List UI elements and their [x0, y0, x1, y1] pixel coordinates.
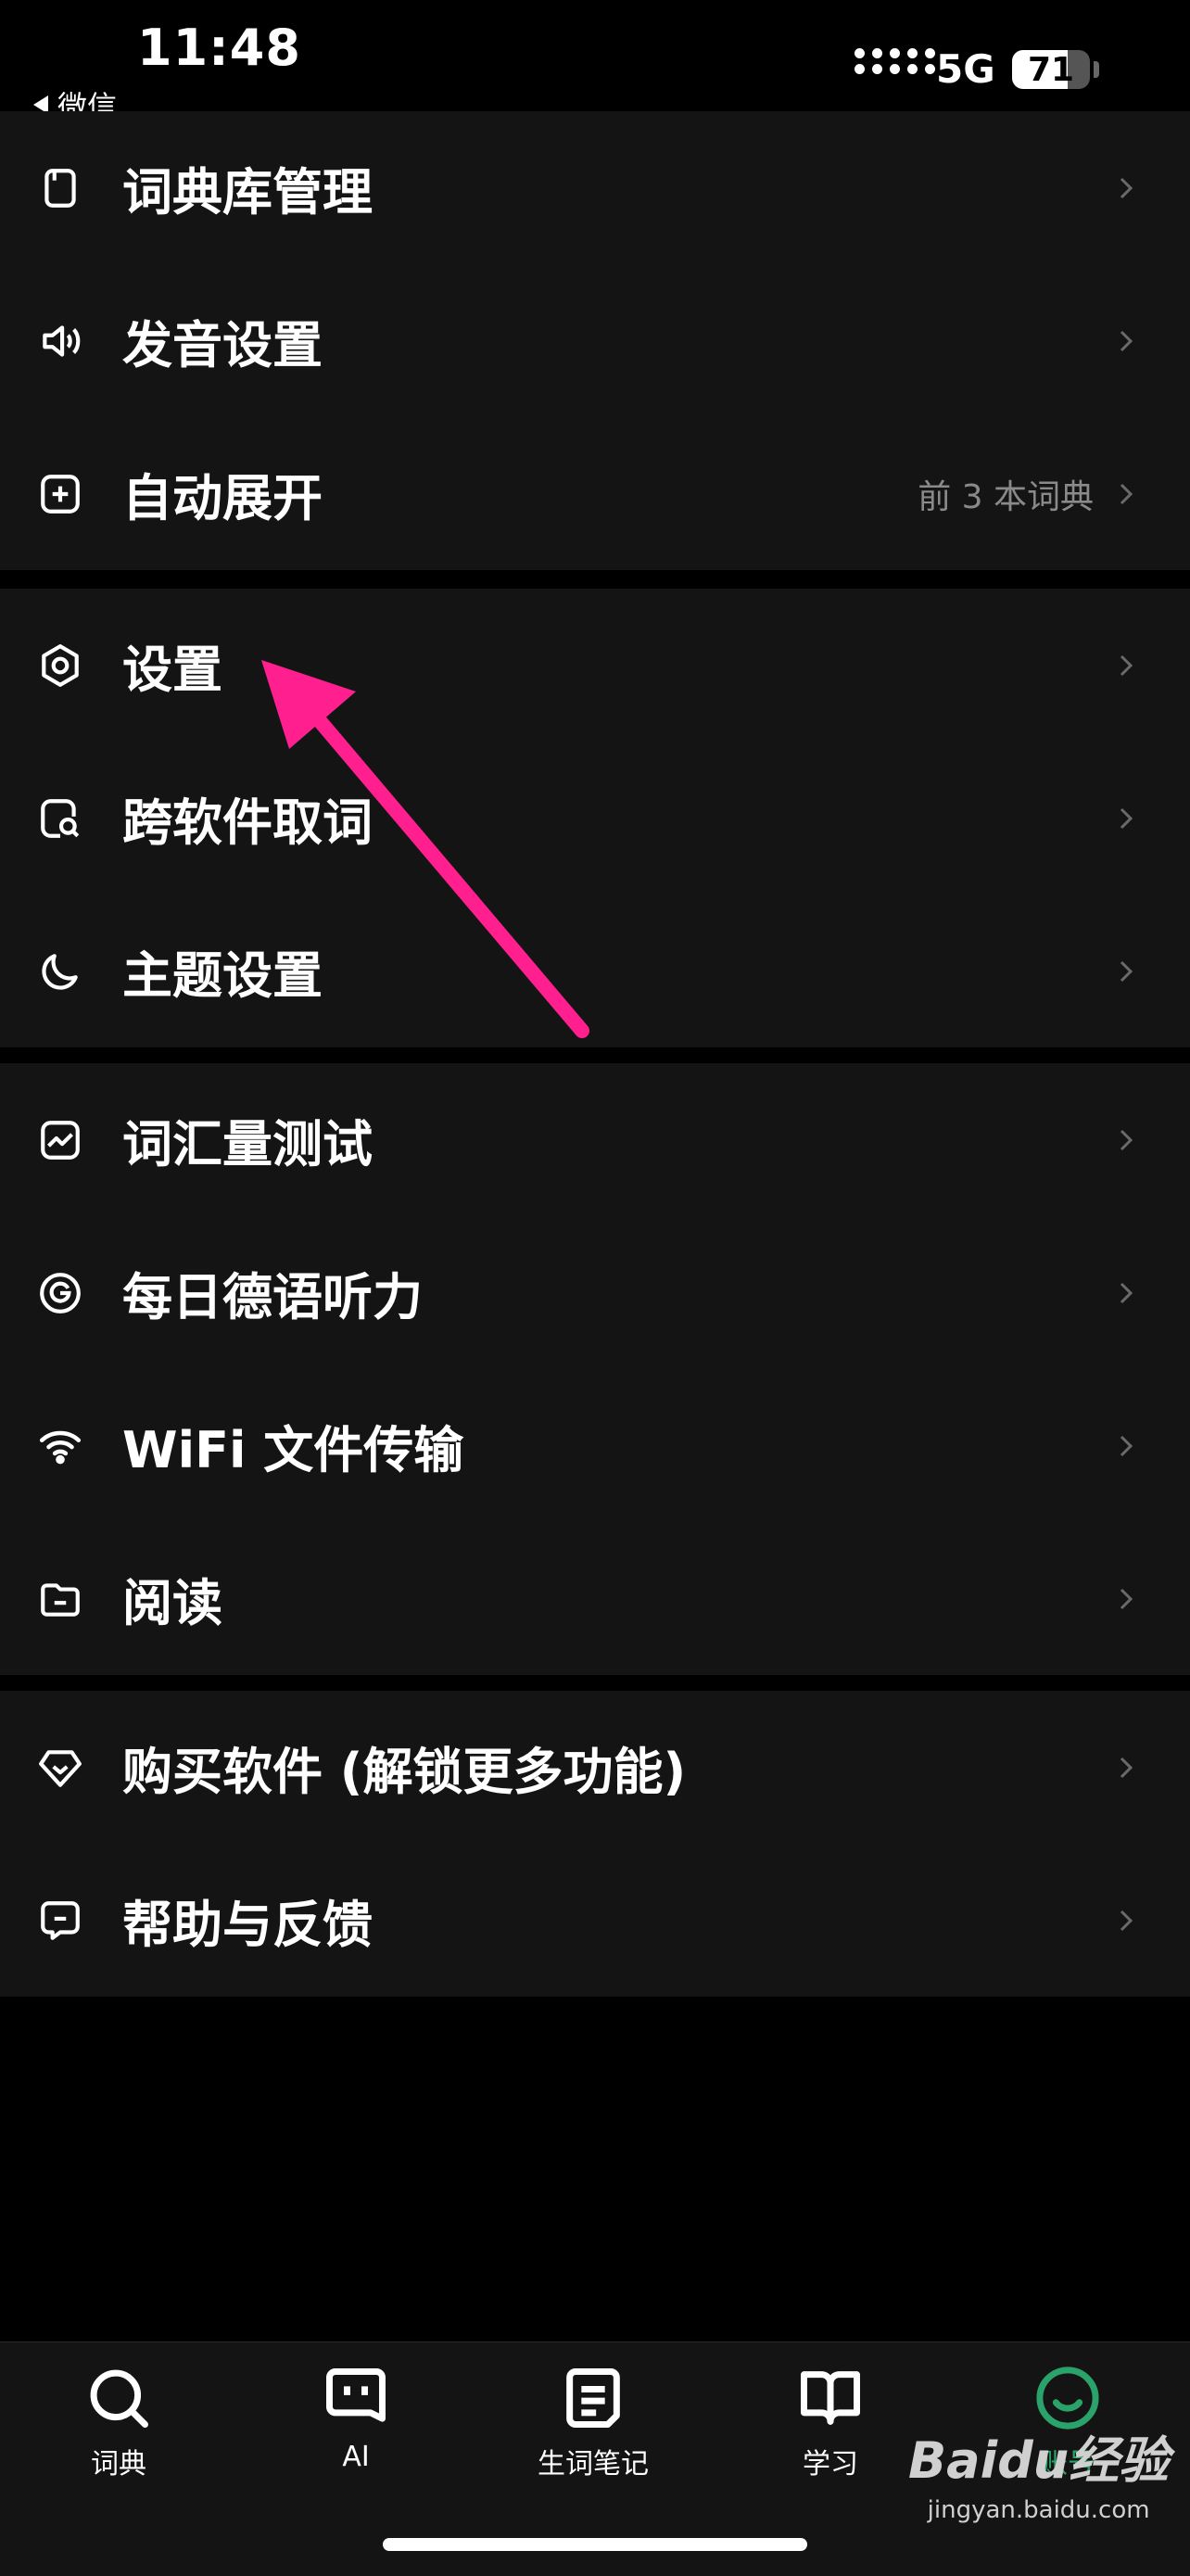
tab-vocab-notes[interactable]: 生词笔记: [519, 2363, 667, 2481]
book-open-icon: [801, 2371, 860, 2425]
tab-study[interactable]: 学习: [756, 2363, 905, 2481]
annotation-arrow: [261, 660, 589, 1038]
home-indicator[interactable]: [383, 2538, 807, 2551]
search-icon: [90, 2369, 148, 2428]
tab-dictionary[interactable]: 词典: [44, 2363, 193, 2481]
baidu-watermark: Baidu经验 jingyan.baidu.com: [908, 2431, 1170, 2524]
ai-icon: [326, 2368, 386, 2422]
tab-ai[interactable]: AI: [282, 2363, 430, 2473]
notes-icon: [566, 2368, 620, 2428]
